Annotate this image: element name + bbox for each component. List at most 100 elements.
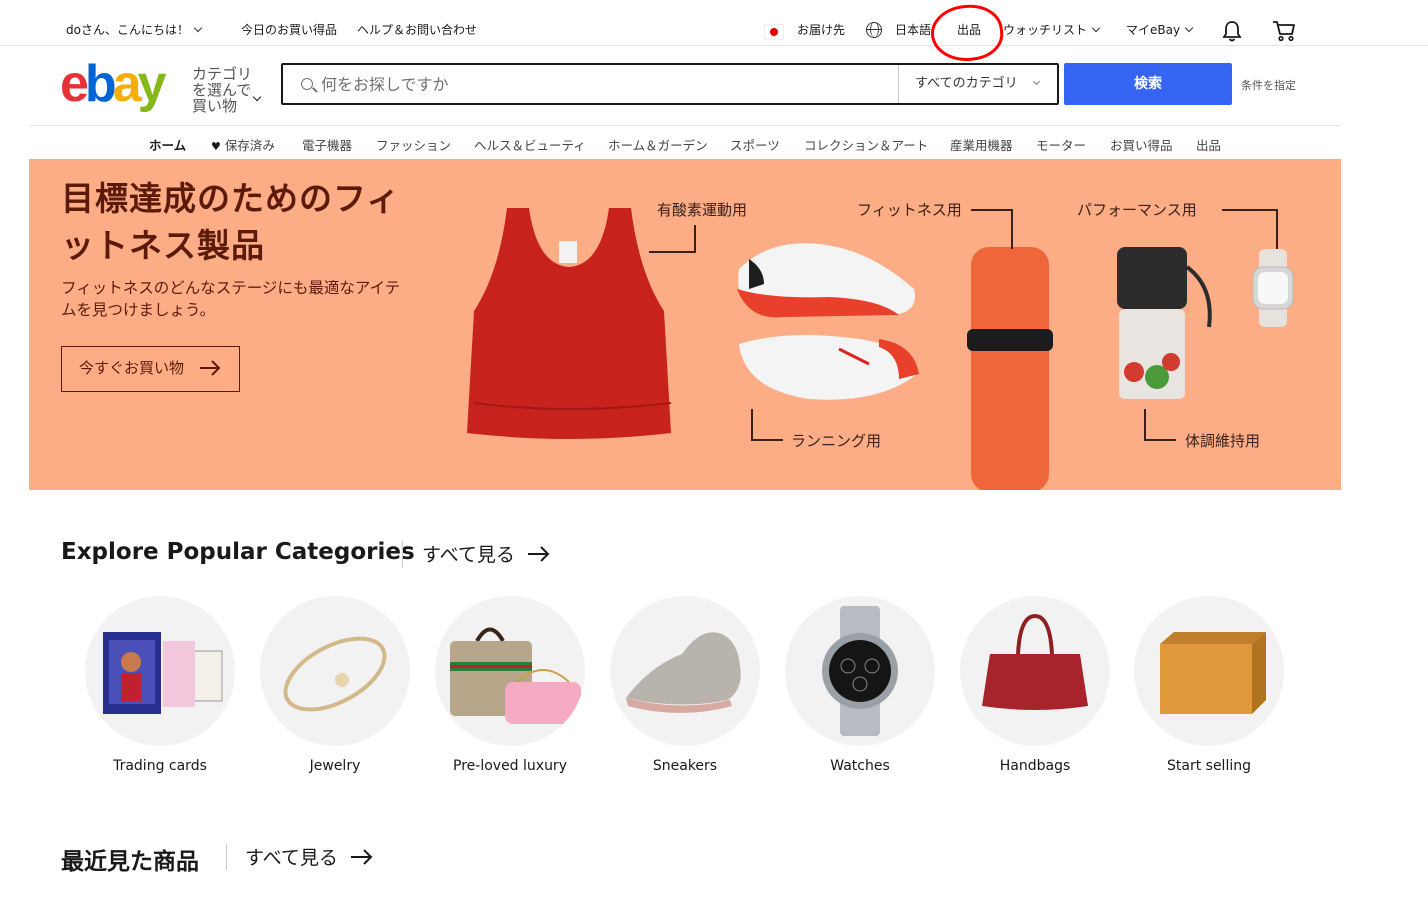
category-jewelry[interactable]: Jewelry (260, 596, 410, 786)
watch-image (785, 596, 935, 746)
nav-item-industrial[interactable]: 産業用機器 (950, 135, 1013, 154)
chevron-down-icon (1032, 77, 1041, 86)
category-watches[interactable]: Watches (785, 596, 935, 786)
globe-icon[interactable] (866, 22, 882, 38)
shop-by-category-button[interactable]: カテゴリを選んで買い物 (192, 66, 262, 114)
language-selector[interactable]: 日本語 (895, 22, 931, 38)
greeting-menu[interactable]: doさん、こんにちは！ (66, 22, 203, 38)
advanced-search-link[interactable]: 条件を指定 (1241, 77, 1296, 93)
greeting-text: doさん、こんにちは！ (66, 23, 189, 37)
sneaker-image (610, 596, 760, 746)
section-divider (226, 844, 227, 870)
search-bar: すべてのカテゴリ (281, 63, 1059, 105)
cart-icon[interactable] (1272, 20, 1296, 42)
arrow-right-icon (200, 360, 221, 376)
leader-line (751, 439, 783, 441)
nav-item-health-beauty[interactable]: ヘルス＆ビューティ (474, 135, 586, 154)
nav-item-saved[interactable]: ♥ 保存済み (211, 135, 275, 154)
arrow-right-icon (350, 849, 373, 865)
recently-viewed-title: 最近見た商品 (61, 849, 199, 875)
leader-line (1276, 209, 1278, 249)
label-running: ランニング用 (791, 432, 882, 450)
category-nav: ホーム ♥ 保存済み 電子機器 ファッション ヘルス＆ビューティ ホーム＆ガーデン… (0, 133, 1428, 161)
ebay-logo[interactable]: ebay (60, 58, 167, 110)
leader-line (649, 251, 696, 253)
label-health: 体調維持用 (1185, 432, 1261, 450)
jewelry-image (260, 596, 410, 746)
nav-item-deals[interactable]: お買い得品 (1110, 135, 1173, 154)
category-start-selling[interactable]: Start selling (1134, 596, 1284, 786)
nav-item-fashion[interactable]: ファッション (376, 135, 451, 154)
see-all-label: すべて見る (422, 544, 515, 566)
chevron-down-icon (1184, 23, 1194, 33)
section-divider (402, 541, 403, 567)
hero-title: 目標達成のためのフィットネス製品 (61, 179, 401, 265)
daily-deals-link[interactable]: 今日のお買い得品 (241, 22, 337, 38)
luxury-bags-image (435, 596, 585, 746)
leader-line (1144, 439, 1176, 441)
categories-title: Explore Popular Categories (61, 539, 415, 565)
nav-item-home-garden[interactable]: ホーム＆ガーデン (608, 135, 708, 154)
search-button[interactable]: 検索 (1064, 63, 1232, 105)
category-handbags[interactable]: Handbags (960, 596, 1110, 786)
yoga-mat-image (967, 247, 1053, 490)
nav-item-sports[interactable]: スポーツ (730, 135, 780, 154)
sell-link[interactable]: 出品 (957, 22, 981, 38)
help-contact-link[interactable]: ヘルプ＆お問い合わせ (357, 22, 477, 38)
category-select[interactable]: すべてのカテゴリ (898, 65, 1057, 103)
leader-line (1222, 209, 1278, 211)
japan-flag-icon[interactable] (764, 24, 784, 40)
nav-divider (30, 125, 1341, 126)
leader-line (694, 225, 696, 253)
leader-line (1011, 209, 1013, 249)
ebay-home-page: doさん、こんにちは！ 今日のお買い得品 ヘルプ＆お問い合わせ お届け先 日本語… (0, 0, 1428, 898)
hero-subtitle: フィットネスのどんなステージにも最適なアイテムを見つけましょう。 (61, 279, 401, 319)
nav-item-saved-label: 保存済み (224, 138, 275, 153)
watchlist-menu[interactable]: ウォッチリスト (1003, 22, 1101, 38)
chevron-down-icon (193, 23, 203, 33)
search-icon (301, 78, 313, 90)
nav-item-sell[interactable]: 出品 (1196, 135, 1221, 154)
sneakers-image (737, 243, 919, 400)
chevron-down-icon (1091, 23, 1101, 33)
crop-top-image (467, 208, 672, 439)
heart-icon: ♥ (211, 140, 221, 153)
category-label: Start selling (1167, 758, 1251, 774)
my-ebay-menu[interactable]: マイeBay (1126, 22, 1194, 38)
recently-viewed-see-all-link[interactable]: すべて見る (245, 843, 374, 870)
search-input[interactable] (321, 70, 891, 98)
label-performance: パフォーマンス用 (1077, 201, 1197, 219)
category-trading-cards[interactable]: Trading cards (85, 596, 235, 786)
portable-blender-image (1117, 247, 1212, 399)
top-utility-bar: doさん、こんにちは！ 今日のお買い得品 ヘルプ＆お問い合わせ お届け先 日本語… (0, 0, 1428, 46)
leader-line (971, 209, 1013, 211)
category-label: Watches (830, 758, 890, 774)
label-aerobic: 有酸素運動用 (657, 201, 748, 219)
shop-by-category-label: カテゴリを選んで買い物 (192, 65, 253, 115)
leader-line (1144, 409, 1146, 440)
chevron-down-icon (252, 92, 262, 102)
category-label: Sneakers (652, 758, 718, 774)
category-label: Trading cards (113, 758, 207, 774)
label-fitness: フィットネス用 (857, 201, 962, 219)
category-label: Jewelry (309, 758, 361, 774)
nav-item-home[interactable]: ホーム (149, 135, 187, 161)
hero-banner: 目標達成のためのフィットネス製品 フィットネスのどんなステージにも最適なアイテム… (29, 159, 1341, 490)
smartwatch-image (1252, 249, 1294, 327)
category-label: Pre-loved luxury (453, 758, 567, 774)
category-select-value: すべてのカテゴリ (915, 76, 1018, 91)
nav-item-motors[interactable]: モーター (1036, 135, 1086, 154)
shop-now-label: 今すぐお買い物 (79, 359, 185, 377)
watchlist-label: ウォッチリスト (1003, 23, 1088, 37)
leader-line (751, 409, 753, 440)
nav-item-collectibles-art[interactable]: コレクション＆アート (804, 135, 928, 154)
notification-bell-icon[interactable] (1222, 20, 1242, 42)
category-sneakers[interactable]: Sneakers (610, 596, 760, 786)
category-pre-loved-luxury[interactable]: Pre-loved luxury (435, 596, 585, 786)
nav-item-electronics[interactable]: 電子機器 (302, 135, 352, 154)
categories-see-all-link[interactable]: すべて見る (422, 540, 551, 567)
arrow-right-icon (527, 546, 550, 562)
shop-now-button[interactable]: 今すぐお買い物 (61, 346, 240, 392)
my-ebay-label: マイeBay (1126, 23, 1181, 37)
ship-to-link[interactable]: お届け先 (797, 22, 845, 38)
